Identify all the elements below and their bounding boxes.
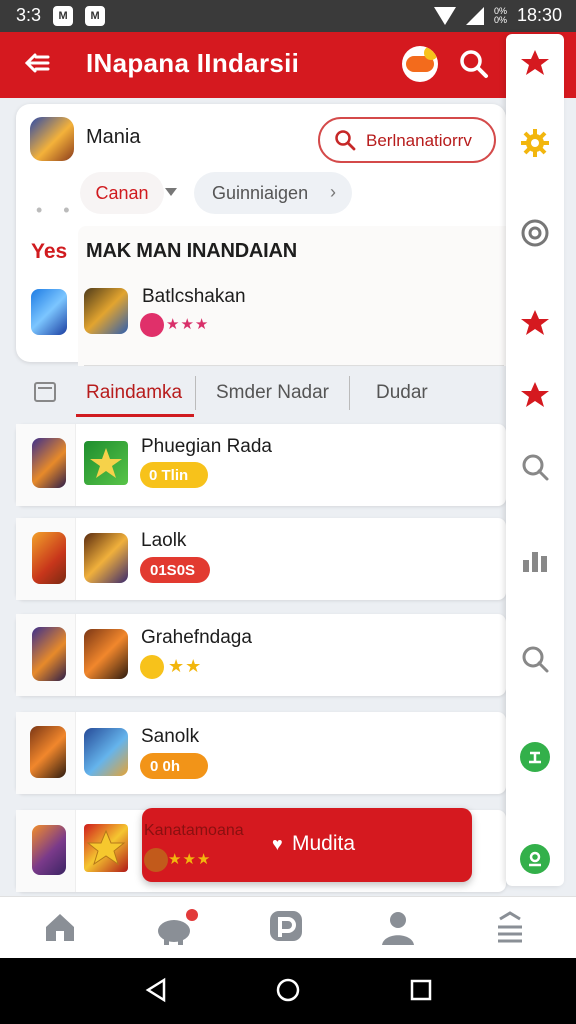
featured-title: Batlcshakan <box>142 286 246 307</box>
row-title: Phuegian Rada <box>141 436 272 457</box>
star-icon <box>86 829 126 866</box>
back-icon[interactable] <box>144 976 168 1004</box>
search-icon[interactable] <box>520 452 550 482</box>
row-avatar <box>32 627 66 681</box>
bottom-nav <box>0 896 576 958</box>
home-icon[interactable] <box>40 907 80 947</box>
fab-label: Mudita <box>292 832 356 855</box>
row-game-icon[interactable] <box>84 728 128 776</box>
star-icon <box>90 448 122 478</box>
arrow-left-icon <box>24 53 50 73</box>
wifi-icon <box>433 6 456 25</box>
bars-icon[interactable] <box>520 546 550 576</box>
status-left-text: 3:3 <box>16 5 42 25</box>
profile-name: Mania <box>86 126 141 148</box>
folder-icon[interactable] <box>34 382 56 402</box>
search-icon <box>335 130 356 151</box>
tab-separator <box>195 376 196 410</box>
star-game-icon[interactable] <box>84 824 128 872</box>
row-avatar <box>32 438 66 488</box>
row-stars: ★★★ <box>168 851 212 868</box>
star-icon[interactable] <box>520 48 550 78</box>
search-icon[interactable] <box>520 644 550 674</box>
back-button[interactable] <box>22 48 52 84</box>
coin-icon <box>144 848 168 872</box>
row-badge: 01S0S <box>140 557 210 583</box>
tab-separator <box>349 376 350 410</box>
row-title: Kanatamoana <box>144 822 244 839</box>
side-game-icon[interactable] <box>31 289 67 335</box>
search-pill[interactable]: Berlnanatiorrv <box>318 117 496 163</box>
chip-primary[interactable]: Canan <box>80 172 164 214</box>
row-game-icon[interactable] <box>84 629 128 679</box>
notification-icon: M <box>85 5 106 26</box>
row-avatar <box>30 726 66 778</box>
row-title: Laolk <box>141 530 187 551</box>
person-icon[interactable] <box>378 907 418 947</box>
menu-icon[interactable] <box>490 907 530 947</box>
star-icon[interactable] <box>520 308 550 338</box>
star-game-icon[interactable] <box>84 441 128 485</box>
tab-raindamka[interactable]: Raindamka <box>86 382 182 404</box>
tab-smder-nadar[interactable]: Smder Nadar <box>216 382 329 404</box>
app-logo[interactable] <box>402 46 438 82</box>
active-tab-indicator <box>76 414 194 417</box>
gear-icon[interactable] <box>520 128 550 158</box>
logo-dot <box>424 46 438 60</box>
star-icon[interactable] <box>520 380 550 410</box>
row-avatar <box>32 532 66 584</box>
mudita-button[interactable]: Kanatamoana ★★★ ♥ Mudita <box>142 808 472 882</box>
search-icon <box>460 50 488 78</box>
right-rail <box>506 34 564 886</box>
chip-secondary[interactable]: Guinniaigen › <box>194 172 352 214</box>
side-label: Yes <box>31 240 68 263</box>
recents-icon[interactable] <box>408 976 434 1004</box>
target-icon[interactable] <box>520 218 550 248</box>
divider <box>84 365 504 366</box>
coin-icon <box>140 655 164 679</box>
profile-icon[interactable] <box>520 844 550 874</box>
section-title: MAK MAN INANDAIAN <box>86 240 298 262</box>
rating-badge <box>140 313 164 337</box>
status-time: 18:30 <box>516 5 562 25</box>
row-stars: ★★ <box>168 656 203 676</box>
piggy-bank-icon[interactable] <box>154 907 200 947</box>
chevron-right-icon: › <box>330 182 336 202</box>
system-nav-bar <box>0 958 576 1024</box>
home-circle-icon[interactable] <box>274 976 302 1004</box>
search-pill-text: Berlnanatiorrv <box>366 131 472 150</box>
featured-stars: ★★★ <box>166 316 210 333</box>
signal-icon <box>465 6 484 25</box>
profile-avatar[interactable] <box>30 117 74 161</box>
row-avatar <box>32 825 66 875</box>
heart-icon: ♥ <box>272 834 283 854</box>
p-logo-icon[interactable] <box>266 907 306 947</box>
row-title: Grahefndaga <box>141 627 252 648</box>
row-game-icon[interactable] <box>84 533 128 583</box>
battery-percent: 0% 0% <box>493 5 507 25</box>
app-bar: INapana IIndarsii <box>0 32 576 98</box>
page-title: INapana IIndarsii <box>86 48 300 78</box>
chevron-down-icon[interactable] <box>165 188 177 196</box>
notification-icon: M <box>53 5 74 26</box>
featured-game-icon[interactable] <box>84 288 128 334</box>
tab-dudar[interactable]: Dudar <box>376 382 428 404</box>
search-button[interactable] <box>458 48 490 85</box>
row-title: Sanolk <box>141 726 200 747</box>
more-dots-icon: • • <box>36 200 78 220</box>
status-bar: 3:3 M M 0% 0% 18:30 <box>0 0 576 32</box>
chip-secondary-label: Guinniaigen <box>212 183 309 203</box>
row-badge: 0 0h <box>140 753 208 779</box>
row-badge: 0 Tlin <box>140 462 208 488</box>
leaderboard-icon[interactable] <box>520 742 550 772</box>
